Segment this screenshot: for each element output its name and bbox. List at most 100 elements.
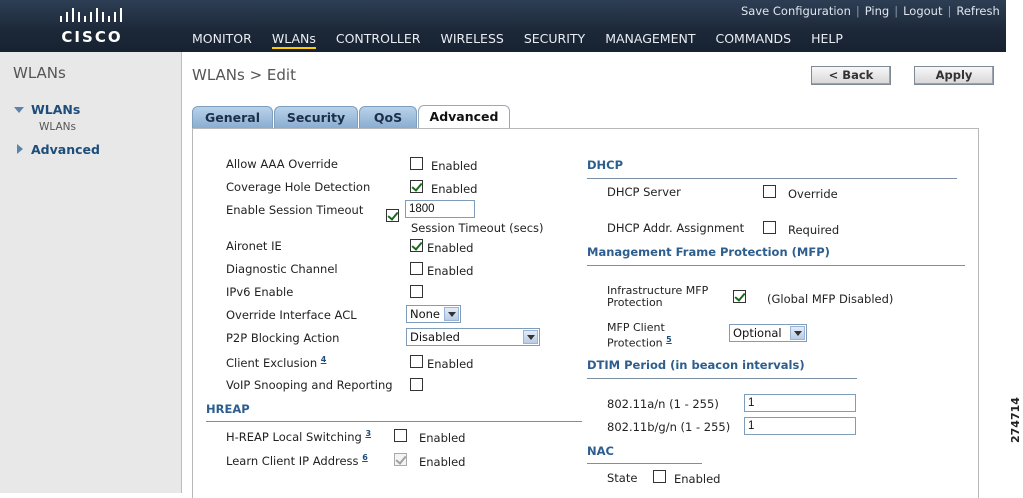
- divider: [587, 463, 702, 464]
- client-exclusion-enabled-label: Enabled: [427, 357, 474, 371]
- mfp-client-line2: Protection 5: [607, 334, 672, 350]
- save-configuration-link[interactable]: Save Configuration: [741, 4, 851, 18]
- divider: [587, 378, 857, 379]
- mfp-client-label: MFP Client Protection 5: [607, 322, 672, 350]
- client-exclusion-checkbox[interactable]: [410, 355, 423, 368]
- learn-client-ip-label: Learn Client IP Address 6: [226, 453, 368, 468]
- footnote-link[interactable]: 6: [362, 453, 368, 462]
- divider: [206, 421, 582, 422]
- nac-section-title: NAC: [587, 444, 614, 458]
- dhcp-server-override-checkbox[interactable]: [763, 185, 776, 198]
- session-timeout-input[interactable]: [405, 200, 475, 218]
- dtim-80211an-label: 802.11a/n (1 - 255): [607, 397, 719, 411]
- collapse-triangle-icon[interactable]: [17, 144, 23, 154]
- dtim-80211an-input[interactable]: [744, 394, 856, 412]
- sidebar: WLANs WLANs WLANs Advanced: [0, 52, 182, 493]
- logout-link[interactable]: Logout: [903, 4, 942, 18]
- cisco-logo: CISCO: [55, 6, 129, 48]
- dhcp-server-override-label: Override: [788, 187, 838, 201]
- session-timeout-checkbox[interactable]: [386, 209, 399, 222]
- tab-security[interactable]: Security: [274, 106, 358, 129]
- nav-security[interactable]: SECURITY: [524, 31, 585, 46]
- override-acl-label: Override Interface ACL: [226, 308, 357, 322]
- expand-triangle-icon[interactable]: [14, 107, 24, 113]
- header-bar: CISCO Save Configuration | Ping | Logout | Ref…: [0, 0, 1006, 52]
- nac-state-checkbox[interactable]: [653, 470, 666, 483]
- nav-management[interactable]: MANAGEMENT: [605, 31, 695, 46]
- ipv6-enable-label: IPv6 Enable: [226, 285, 294, 299]
- override-acl-select[interactable]: None: [406, 305, 461, 323]
- tab-advanced[interactable]: Advanced: [418, 105, 510, 130]
- hreap-local-switching-checkbox[interactable]: [394, 429, 407, 442]
- nav-controller[interactable]: CONTROLLER: [336, 31, 421, 46]
- nac-state-enabled-label: Enabled: [674, 472, 721, 486]
- footnote-link[interactable]: 5: [666, 335, 672, 344]
- ipv6-enable-checkbox[interactable]: [410, 285, 423, 298]
- nav-commands[interactable]: COMMANDS: [715, 31, 791, 46]
- back-button[interactable]: < Back: [811, 66, 891, 85]
- aironet-ie-checkbox[interactable]: [410, 239, 423, 252]
- chevron-down-icon: [444, 307, 459, 321]
- mfp-section-title: Management Frame Protection (MFP): [587, 245, 830, 259]
- hreap-local-switching-label: H-REAP Local Switching 3: [226, 429, 371, 444]
- mfp-client-line1: MFP Client: [607, 321, 665, 334]
- footnote-link[interactable]: 3: [365, 429, 371, 438]
- coverage-hole-checkbox[interactable]: [410, 180, 423, 193]
- logo-text: CISCO: [61, 28, 123, 46]
- allow-aaa-override-enabled-label: Enabled: [431, 159, 478, 173]
- aironet-ie-label: Aironet IE: [226, 239, 282, 253]
- dtim-80211bgn-label: 802.11b/g/n (1 - 255): [607, 420, 731, 434]
- dtim-80211bgn-input[interactable]: [744, 417, 856, 435]
- dhcp-addr-assignment-label: DHCP Addr. Assignment: [607, 221, 745, 235]
- p2p-blocking-label: P2P Blocking Action: [226, 331, 340, 345]
- sidebar-subitem-wlans[interactable]: WLANs: [39, 121, 76, 133]
- client-exclusion-text: Client Exclusion: [226, 355, 318, 370]
- dhcp-section-title: DHCP: [587, 158, 624, 172]
- voip-snooping-checkbox[interactable]: [410, 378, 423, 391]
- nav-help[interactable]: HELP: [811, 31, 843, 46]
- learn-client-ip-enabled-label: Enabled: [419, 455, 466, 469]
- mfp-client-select[interactable]: Optional: [729, 324, 807, 342]
- coverage-hole-enabled-label: Enabled: [431, 182, 478, 196]
- voip-snooping-label: VoIP Snooping and Reporting: [226, 378, 393, 392]
- override-acl-value: None: [410, 307, 441, 321]
- hreap-local-switching-text: H-REAP Local Switching: [226, 429, 362, 444]
- diagnostic-channel-checkbox[interactable]: [410, 262, 423, 275]
- divider: [587, 265, 965, 266]
- nav-monitor[interactable]: MONITOR: [192, 31, 252, 46]
- dhcp-addr-required-label: Required: [788, 223, 840, 237]
- dtim-section-title: DTIM Period (in beacon intervals): [587, 358, 805, 372]
- top-links: Save Configuration | Ping | Logout | Refresh: [741, 4, 1000, 18]
- apply-button[interactable]: Apply: [914, 66, 994, 85]
- sidebar-title: WLANs: [13, 64, 66, 82]
- chevron-down-icon: [523, 330, 538, 344]
- client-exclusion-label: Client Exclusion 4: [226, 355, 326, 370]
- hreap-section-title: HREAP: [206, 402, 250, 416]
- nac-state-label: State: [607, 471, 638, 485]
- tab-qos[interactable]: QoS: [359, 106, 417, 129]
- dhcp-server-label: DHCP Server: [607, 185, 681, 199]
- nav-wireless[interactable]: WIRELESS: [440, 31, 503, 46]
- allow-aaa-override-checkbox[interactable]: [410, 157, 423, 170]
- sidebar-item-advanced[interactable]: Advanced: [31, 142, 100, 157]
- main-nav: MONITOR WLANs CONTROLLER WIRELESS SECURITY MA…: [192, 31, 863, 49]
- nav-wlans[interactable]: WLANs: [271, 31, 316, 49]
- tab-general[interactable]: General: [192, 106, 273, 129]
- mfp-client-value: Optional: [733, 326, 782, 340]
- sidebar-item-wlans[interactable]: WLANs: [31, 102, 80, 117]
- diagnostic-channel-label: Diagnostic Channel: [226, 262, 338, 276]
- infrastructure-mfp-line2: Protection: [607, 296, 663, 309]
- page-title: WLANs > Edit: [192, 66, 296, 84]
- footnote-link[interactable]: 4: [321, 355, 327, 364]
- diagnostic-channel-enabled-label: Enabled: [427, 264, 474, 278]
- ping-link[interactable]: Ping: [865, 4, 889, 18]
- infrastructure-mfp-checkbox[interactable]: [733, 290, 746, 303]
- learn-client-ip-checkbox[interactable]: [394, 453, 407, 466]
- coverage-hole-label: Coverage Hole Detection: [226, 180, 371, 194]
- dhcp-addr-assignment-checkbox[interactable]: [763, 221, 776, 234]
- infrastructure-mfp-label: Infrastructure MFP Protection: [607, 285, 708, 309]
- session-timeout-unit: Session Timeout (secs): [411, 221, 544, 235]
- mfp-client-line2-text: Protection: [607, 336, 663, 350]
- p2p-blocking-select[interactable]: Disabled: [406, 328, 540, 346]
- refresh-link[interactable]: Refresh: [956, 4, 999, 18]
